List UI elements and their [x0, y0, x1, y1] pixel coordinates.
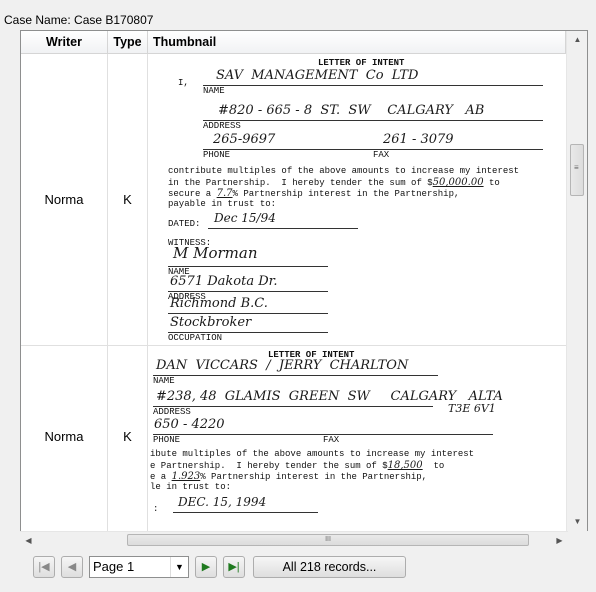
vertical-scroll-thumb[interactable]: ≡: [570, 144, 584, 196]
address-handwriting: #820 - 665 - 8 ST. SW CALGARY AB: [218, 103, 485, 118]
last-page-button[interactable]: ▶|: [223, 556, 245, 578]
thumbnail-cell[interactable]: LETTER OF INTENT I, SAV MANAGEMENT Co LT…: [148, 54, 566, 345]
dated-line: [173, 512, 318, 513]
percent-handwriting: 1.923: [171, 471, 201, 482]
dated-prefix: :: [153, 504, 159, 514]
postal-handwriting: T3E 6V1: [448, 402, 496, 415]
scrollbar-corner: [568, 531, 588, 548]
phone-handwriting: 265-9697: [213, 132, 276, 147]
body-line-4: le in trust to:: [150, 482, 232, 492]
previous-page-button[interactable]: ◀: [61, 556, 83, 578]
name-line: [203, 85, 543, 86]
grid-header: Writer Type Thumbnail: [21, 31, 587, 54]
horizontal-scrollbar[interactable]: ◀ III ▶: [20, 531, 568, 549]
scroll-up-arrow-icon[interactable]: ▲: [567, 31, 587, 48]
fax-handwriting: 261 - 3079: [383, 132, 454, 147]
witness-address2-line: [168, 313, 328, 314]
dated-label: DATED:: [168, 219, 201, 229]
dated-handwriting: DEC. 15, 1994: [178, 495, 267, 509]
name-handwriting: DAN VICCARS / JERRY CHARLTON: [156, 358, 409, 373]
name-label: NAME: [153, 376, 175, 386]
vertical-scrollbar[interactable]: ▲ ≡ ▼: [566, 31, 587, 539]
grip-icon: ≡: [574, 163, 579, 172]
scroll-down-arrow-icon[interactable]: ▼: [567, 513, 587, 530]
fax-label: FAX: [323, 435, 340, 445]
writer-value: Norma: [44, 429, 84, 444]
name-handwriting: SAV MANAGEMENT Co LTD: [216, 68, 419, 83]
type-cell: K: [108, 346, 148, 538]
witness-address-handwriting: 6571 Dakota Dr.: [170, 274, 278, 289]
body-line-2-text: in the Partnership. I hereby tender the …: [168, 178, 433, 188]
witness-name-line: [168, 266, 328, 267]
page-select-value: Page 1: [93, 559, 135, 574]
type-cell: K: [108, 54, 148, 345]
witness-address2-handwriting: Richmond B.C.: [170, 296, 268, 311]
body-line-2-end: to: [422, 461, 445, 471]
next-page-button[interactable]: ▶: [195, 556, 217, 578]
thumbnail-cell[interactable]: LETTER OF INTENT DAN VICCARS / JERRY CHA…: [148, 346, 566, 538]
case-name-bar: Case Name: Case B170807: [0, 0, 596, 28]
scroll-left-arrow-icon[interactable]: ◀: [20, 532, 37, 549]
witness-signature: M Morman: [173, 244, 258, 262]
witness-occupation-handwriting: Stockbroker: [170, 315, 252, 330]
horizontal-scroll-thumb[interactable]: III: [127, 534, 529, 546]
first-page-button[interactable]: |◀: [33, 556, 55, 578]
body-line-4: payable in trust to:: [168, 199, 277, 209]
body-line-2-text: e Partnership. I hereby tender the sum o…: [150, 461, 388, 471]
body-line-3-text: secure a: [168, 189, 212, 199]
percent-handwriting: 7.7: [216, 188, 233, 199]
letter-of-intent-thumbnail: LETTER OF INTENT I, SAV MANAGEMENT Co LT…: [148, 54, 566, 345]
body-line-1: contribute multiples of the above amount…: [168, 166, 520, 176]
phone-label: PHONE: [203, 150, 231, 160]
column-header-type[interactable]: Type: [108, 31, 148, 53]
type-value: K: [123, 429, 132, 444]
table-row[interactable]: Norma K LETTER OF INTENT I, SAV MANAGEME…: [21, 54, 566, 346]
dated-line: [208, 228, 358, 229]
address-line: [203, 120, 543, 121]
address-handwriting: #238, 48 GLAMIS GREEN SW CALGARY ALTA: [156, 389, 503, 404]
amount-handwriting: 50,000.00: [432, 177, 484, 188]
address-label: ADDRESS: [203, 121, 241, 131]
type-value: K: [123, 192, 132, 207]
phone-handwriting: 650 - 4220: [154, 417, 225, 432]
all-records-button[interactable]: All 218 records...: [253, 556, 406, 578]
pager-bar: |◀ ◀ Page 1 ▼ ▶ ▶| All 218 records...: [20, 549, 588, 589]
witness-occupation-label: OCCUPATION: [168, 333, 223, 343]
name-line: [153, 375, 438, 376]
column-header-thumbnail[interactable]: Thumbnail: [148, 31, 566, 53]
dated-handwriting: Dec 15/94: [214, 211, 276, 225]
phone-label: PHONE: [153, 435, 181, 445]
body-line-3-end: % Partnership interest in the Partnershi…: [232, 189, 460, 199]
records-grid: Writer Type Thumbnail Norma K LETTER OF …: [20, 30, 588, 540]
page-select[interactable]: Page 1 ▼: [89, 556, 189, 578]
address-line: [153, 406, 433, 407]
fax-label: FAX: [373, 150, 390, 160]
column-header-writer[interactable]: Writer: [21, 31, 108, 53]
body-line-1: ibute multiples of the above amounts to …: [150, 449, 475, 459]
writer-cell: Norma: [21, 346, 108, 538]
body-line-3-end: % Partnership interest in the Partnershi…: [200, 472, 428, 482]
writer-cell: Norma: [21, 54, 108, 345]
writer-value: Norma: [44, 192, 84, 207]
i-label: I,: [178, 78, 189, 88]
chevron-down-icon[interactable]: ▼: [170, 557, 188, 577]
letter-of-intent-thumbnail: LETTER OF INTENT DAN VICCARS / JERRY CHA…: [148, 346, 566, 538]
case-name-label: Case Name: Case B170807: [4, 13, 154, 27]
amount-handwriting: 18,500: [387, 460, 423, 471]
body-line-3-text: e a: [150, 472, 167, 482]
body-line-2-end: to: [483, 178, 500, 188]
scroll-right-arrow-icon[interactable]: ▶: [551, 532, 568, 549]
table-row[interactable]: Norma K LETTER OF INTENT DAN VICCARS / J…: [21, 346, 566, 539]
name-label: NAME: [203, 86, 225, 96]
